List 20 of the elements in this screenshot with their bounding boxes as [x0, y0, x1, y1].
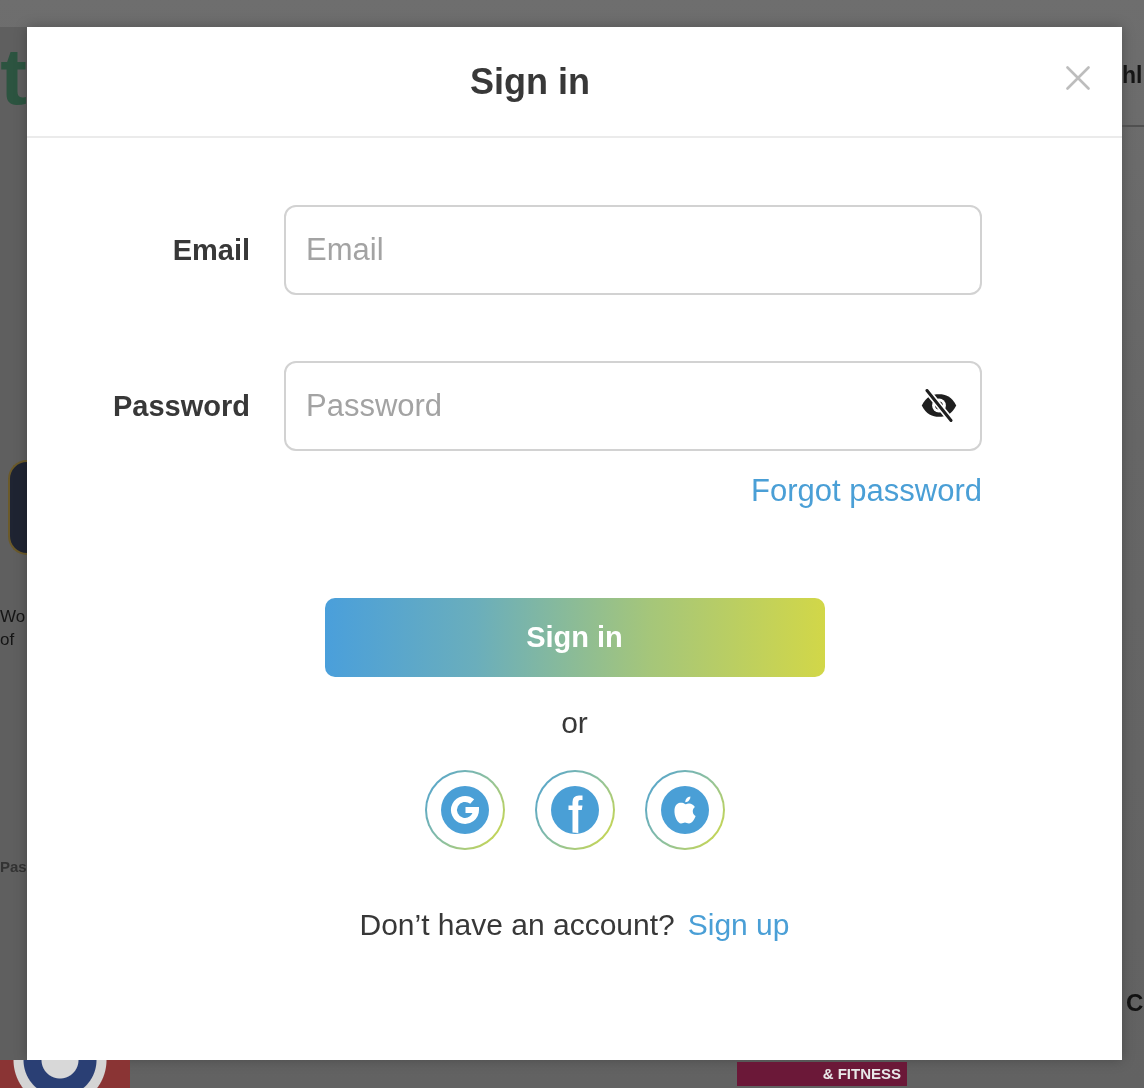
sign-in-button[interactable]: Sign in	[324, 598, 825, 677]
dialog-title: Sign in	[470, 60, 590, 103]
banner-text: & FITNESS	[737, 1062, 907, 1086]
f-letter-icon	[550, 786, 599, 834]
signup-prompt: Don’t have an account?	[359, 908, 675, 942]
separator-text: or	[561, 706, 588, 740]
email-field[interactable]: Email	[284, 205, 982, 295]
password-field[interactable]: Password	[284, 361, 982, 451]
side-text: Wo	[0, 606, 26, 628]
eye-slash-icon[interactable]	[921, 389, 957, 422]
side-text: C	[1126, 989, 1144, 1017]
apple-icon	[660, 786, 709, 834]
close-icon[interactable]	[1066, 65, 1090, 90]
field-label: Password	[113, 389, 250, 423]
g-letter-icon	[440, 786, 489, 834]
forgot-password-link[interactable]: Forgot password	[751, 473, 982, 509]
field-label: Email	[172, 233, 250, 267]
header-text: hl	[1122, 61, 1143, 89]
side-text: of	[0, 629, 15, 651]
sign-up-link[interactable]: Sign up	[687, 908, 790, 942]
